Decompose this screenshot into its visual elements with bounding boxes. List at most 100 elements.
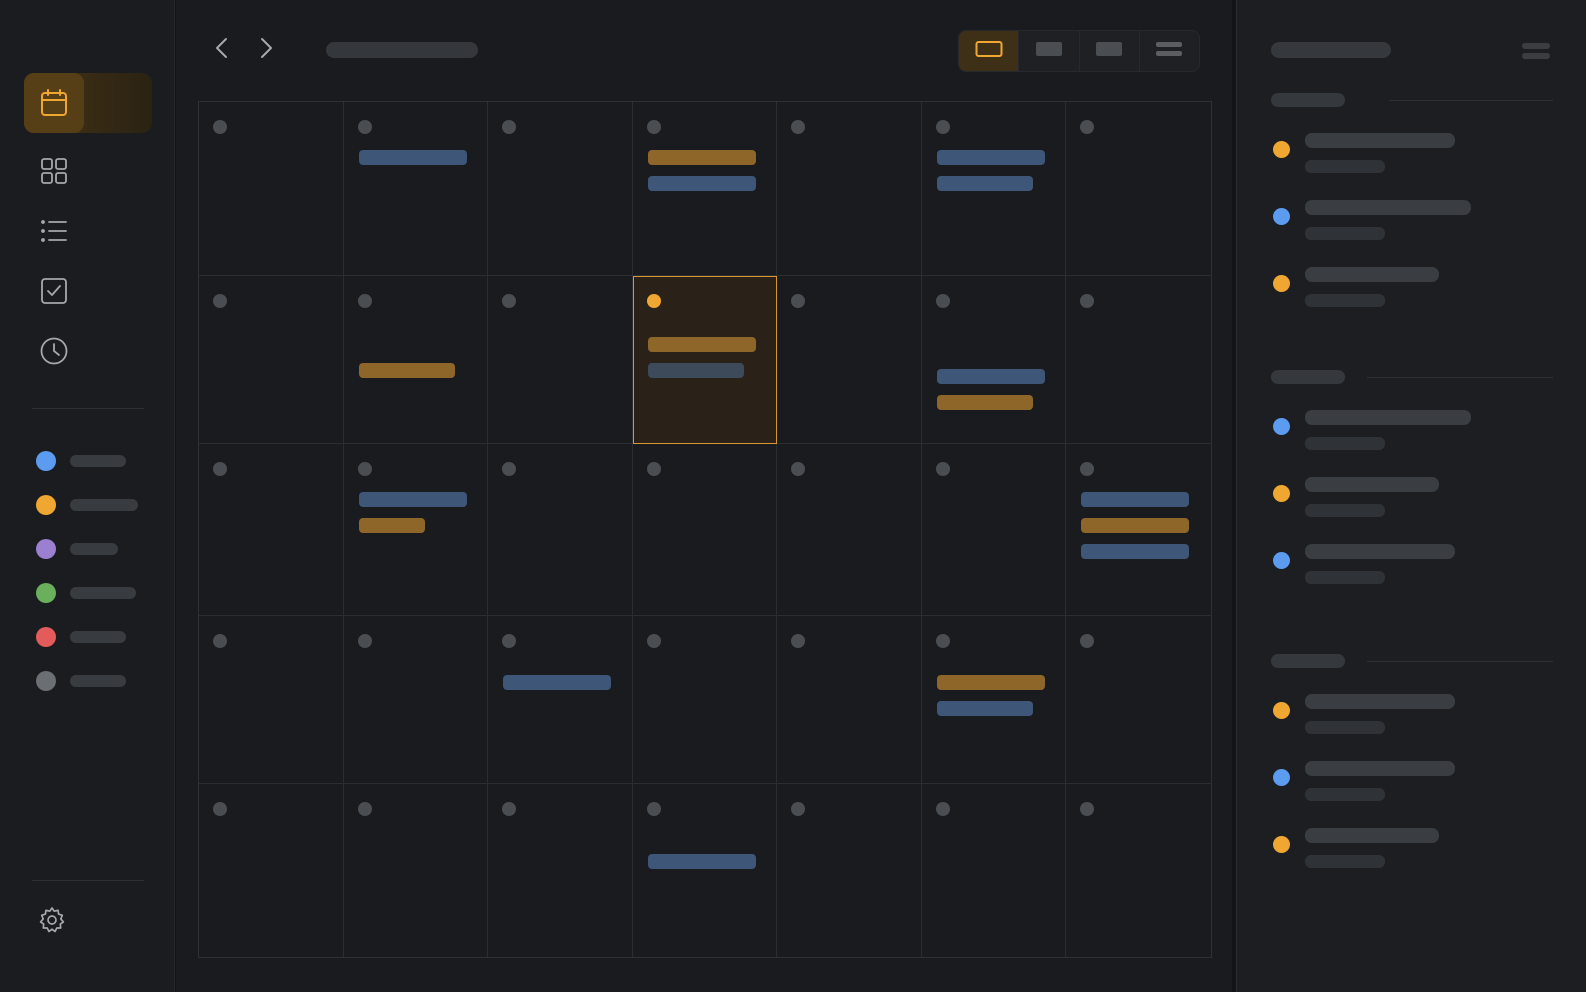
day-cell[interactable] (633, 784, 778, 957)
day-cell[interactable] (488, 444, 633, 616)
calendar-event[interactable] (936, 369, 1045, 384)
day-cell[interactable] (343, 276, 489, 444)
calendar-event[interactable] (647, 854, 756, 869)
agenda-panel (1236, 0, 1586, 992)
agenda-item-title (1305, 267, 1439, 282)
day-cell[interactable] (488, 784, 633, 957)
calendar-event[interactable] (358, 492, 467, 507)
agenda-item-dot (1273, 418, 1290, 435)
sidebar-item-tasks[interactable] (24, 261, 152, 321)
calendar-event[interactable] (1081, 492, 1190, 507)
day-cell[interactable] (1066, 276, 1211, 444)
calendar-event[interactable] (647, 337, 756, 352)
agenda-item-dot (1273, 702, 1290, 719)
category-item[interactable] (36, 538, 118, 560)
view-day-button[interactable] (1080, 31, 1140, 71)
next-button[interactable] (250, 34, 282, 66)
calendar-event[interactable] (936, 675, 1045, 690)
agenda-section-divider (1367, 377, 1553, 378)
prev-button[interactable] (206, 34, 238, 66)
calendar-event[interactable] (647, 150, 756, 165)
view-month-button[interactable] (959, 31, 1020, 71)
day-cell[interactable] (921, 276, 1067, 444)
calendar-event[interactable] (358, 363, 455, 378)
day-marker (357, 120, 372, 134)
day-cell[interactable] (199, 444, 344, 616)
day-cell[interactable] (199, 784, 344, 957)
day-cell[interactable] (488, 276, 633, 444)
agenda-item-subtitle (1305, 294, 1385, 307)
calendar-event[interactable] (358, 518, 425, 533)
day-cell[interactable] (488, 616, 633, 784)
day-marker (357, 634, 372, 648)
calendar-event[interactable] (936, 150, 1045, 165)
day-cell[interactable] (344, 784, 489, 957)
day-cell[interactable] (1066, 102, 1211, 276)
day-cell[interactable] (922, 784, 1067, 957)
calendar-event[interactable] (936, 176, 1033, 191)
calendar-event[interactable] (936, 701, 1033, 716)
sidebar-divider (32, 880, 144, 881)
day-cell[interactable] (488, 102, 633, 276)
agenda-section-divider (1389, 100, 1553, 101)
agenda-item-dot (1273, 208, 1290, 225)
view-week-button[interactable] (1019, 31, 1080, 71)
day-cell[interactable] (777, 444, 922, 616)
calendar-event[interactable] (1081, 544, 1190, 559)
category-color-dot (36, 539, 56, 559)
category-item[interactable] (36, 582, 136, 604)
calendar-event[interactable] (358, 150, 467, 165)
day-cell[interactable] (777, 616, 922, 784)
day-cell[interactable] (632, 444, 778, 616)
calendar-event[interactable] (1081, 518, 1190, 533)
day-cell-selected[interactable] (632, 276, 778, 444)
calendar-event[interactable] (647, 363, 744, 378)
calendar-app (0, 0, 1586, 992)
day-cell[interactable] (1066, 616, 1211, 784)
settings-button[interactable] (38, 906, 68, 936)
sidebar-item-calendar[interactable] (24, 73, 152, 133)
day-cell[interactable] (777, 276, 922, 444)
day-cell[interactable] (1066, 444, 1211, 616)
sidebar (0, 0, 175, 992)
day-cell[interactable] (921, 616, 1067, 784)
day-cell[interactable] (199, 276, 344, 444)
sidebar-item-list[interactable] (24, 201, 152, 261)
agenda-menu-button[interactable] (1521, 42, 1551, 60)
calendar-event[interactable] (936, 395, 1033, 410)
view-agenda-button[interactable] (1140, 31, 1199, 71)
day-cell[interactable] (199, 616, 344, 784)
calendar-event[interactable] (503, 675, 612, 690)
agenda-item-title (1305, 694, 1455, 709)
day-cell[interactable] (777, 102, 922, 276)
sidebar-item-history[interactable] (24, 321, 152, 381)
agenda-item-subtitle (1305, 437, 1385, 450)
day-cell[interactable] (199, 102, 344, 276)
day-cell[interactable] (921, 444, 1067, 616)
agenda-item-title (1305, 477, 1439, 492)
category-item[interactable] (36, 494, 138, 516)
calendar-event[interactable] (647, 176, 756, 191)
agenda-item-subtitle (1305, 788, 1385, 801)
day-marker (213, 802, 227, 816)
day-cell[interactable] (777, 784, 922, 957)
sidebar-item-grid[interactable] (24, 141, 152, 201)
category-label (70, 675, 126, 687)
day-marker (646, 120, 661, 134)
day-marker (1080, 634, 1095, 648)
month-view-icon (975, 40, 1003, 63)
day-cell[interactable] (632, 616, 778, 784)
agenda-item-dot (1273, 836, 1290, 853)
day-cell[interactable] (343, 444, 489, 616)
day-cell[interactable] (1066, 784, 1211, 957)
day-cell[interactable] (632, 102, 778, 276)
day-cell[interactable] (343, 616, 489, 784)
day-cell[interactable] (921, 102, 1067, 276)
day-marker (935, 802, 950, 816)
category-item[interactable] (36, 450, 126, 472)
day-marker (502, 802, 517, 816)
category-item[interactable] (36, 626, 126, 648)
day-marker (1080, 802, 1095, 816)
category-item[interactable] (36, 670, 126, 692)
day-cell[interactable] (343, 102, 489, 276)
